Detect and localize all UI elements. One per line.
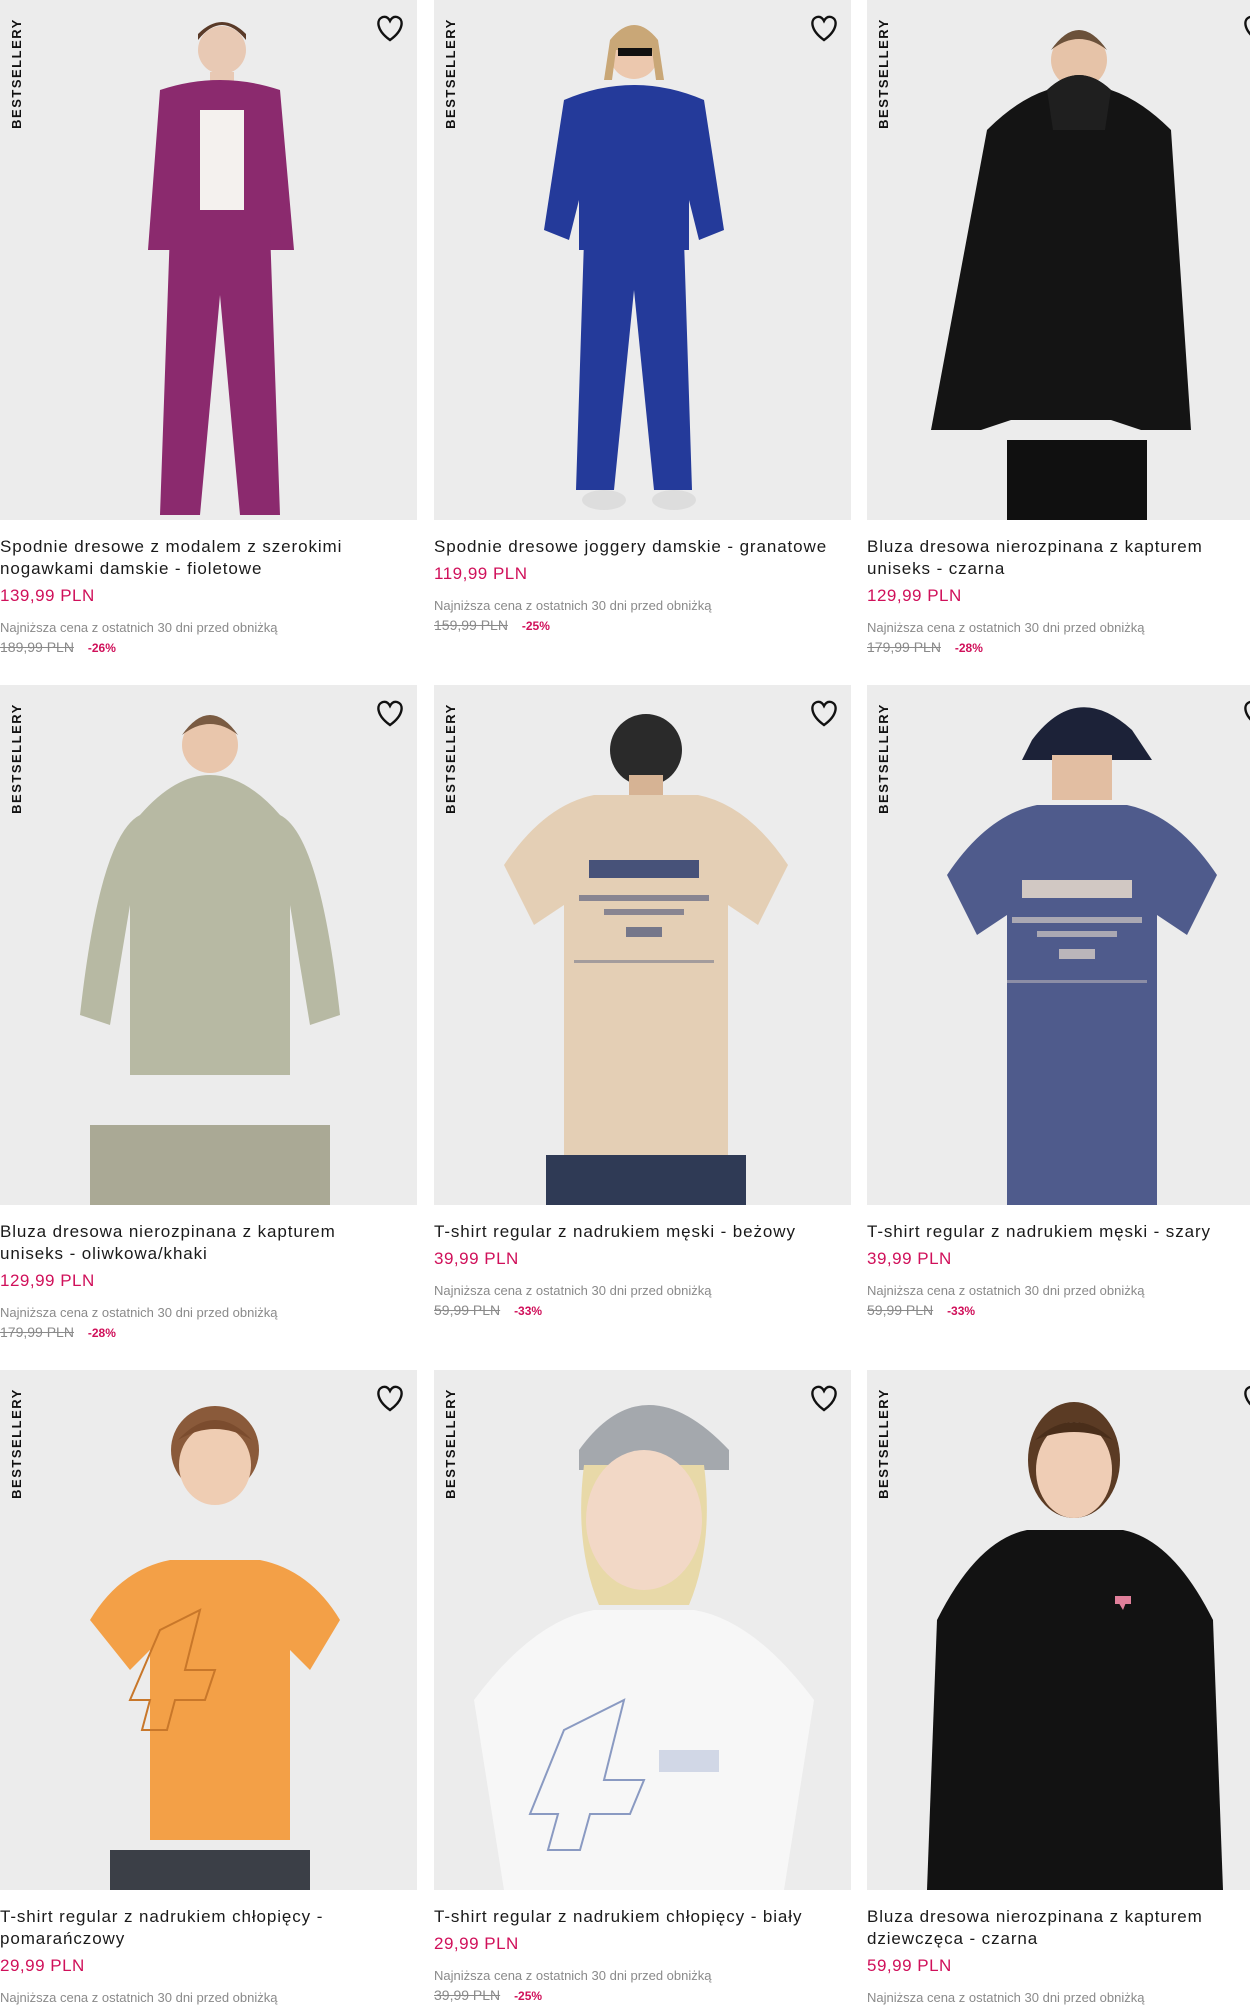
old-price: 59,99 PLN bbox=[867, 1302, 934, 1318]
product-name[interactable]: T-shirt regular z nadrukiem męski - szar… bbox=[867, 1221, 1250, 1243]
old-price: 59,99 PLN bbox=[434, 1302, 501, 1318]
bestseller-badge: BESTSELLERY bbox=[8, 702, 24, 814]
heart-icon[interactable] bbox=[1239, 1380, 1250, 1416]
product-price: 39,99 PLN bbox=[867, 1249, 952, 1268]
heart-icon[interactable] bbox=[1239, 10, 1250, 46]
discount-badge: -33% bbox=[947, 1304, 976, 1318]
product-price: 39,99 PLN bbox=[434, 1249, 519, 1268]
product-name[interactable]: T-shirt regular z nadrukiem męski - beżo… bbox=[434, 1221, 834, 1243]
discount-badge: -28% bbox=[87, 1326, 116, 1340]
product-name[interactable]: Bluza dresowa nierozpinana z kapturem un… bbox=[0, 1221, 400, 1265]
product-image[interactable]: BESTSELLERY bbox=[867, 685, 1250, 1205]
product-name[interactable]: T-shirt regular z nadrukiem chłopięcy - … bbox=[0, 1906, 400, 1950]
old-price-row: 39,99 PLN -25% bbox=[434, 1987, 851, 2003]
product-card[interactable]: BESTSELLERY Bluza dresowa nierozpinana z… bbox=[867, 1370, 1250, 2005]
heart-icon[interactable] bbox=[372, 10, 408, 46]
old-price-row: 179,99 PLN -28% bbox=[867, 639, 1250, 655]
product-card[interactable]: BESTSELLERY Spodnie dresowe joggery dams… bbox=[434, 0, 851, 633]
heart-icon[interactable] bbox=[806, 695, 842, 731]
old-price-row: 189,99 PLN -26% bbox=[0, 639, 417, 655]
bestseller-badge: BESTSELLERY bbox=[442, 1387, 458, 1499]
lowest-price-label: Najniższa cena z ostatnich 30 dni przed … bbox=[434, 1968, 712, 1983]
bestseller-badge: BESTSELLERY bbox=[875, 17, 891, 129]
product-image[interactable]: BESTSELLERY bbox=[434, 0, 851, 520]
heart-icon[interactable] bbox=[806, 1380, 842, 1416]
product-price: 129,99 PLN bbox=[0, 1271, 95, 1290]
product-name[interactable]: Spodnie dresowe z modalem z szerokimi no… bbox=[0, 536, 400, 580]
bestseller-badge: BESTSELLERY bbox=[8, 17, 24, 129]
product-card[interactable]: BESTSELLERY T-shirt regular z nadrukiem … bbox=[867, 685, 1250, 1318]
product-card[interactable]: BESTSELLERY T-shirt regular z nadrukiem … bbox=[0, 1370, 417, 2005]
product-photo bbox=[434, 0, 851, 520]
product-image[interactable]: BESTSELLERY bbox=[0, 685, 417, 1205]
heart-icon[interactable] bbox=[372, 695, 408, 731]
product-name[interactable]: Spodnie dresowe joggery damskie - granat… bbox=[434, 536, 834, 558]
bestseller-badge: BESTSELLERY bbox=[8, 1387, 24, 1499]
lowest-price-label: Najniższa cena z ostatnich 30 dni przed … bbox=[0, 1305, 278, 1320]
heart-icon[interactable] bbox=[372, 1380, 408, 1416]
product-price: 139,99 PLN bbox=[0, 586, 95, 605]
lowest-price-label: Najniższa cena z ostatnich 30 dni przed … bbox=[867, 1990, 1145, 2005]
product-name[interactable]: Bluza dresowa nierozpinana z kapturem dz… bbox=[867, 1906, 1250, 1950]
product-photo bbox=[867, 1370, 1250, 1890]
product-image[interactable]: BESTSELLERY bbox=[434, 685, 851, 1205]
bestseller-badge: BESTSELLERY bbox=[875, 1387, 891, 1499]
old-price: 179,99 PLN bbox=[0, 1324, 74, 1340]
old-price: 189,99 PLN bbox=[0, 639, 74, 655]
product-price: 119,99 PLN bbox=[434, 564, 528, 583]
old-price-row: 179,99 PLN -28% bbox=[0, 1324, 417, 1340]
product-image[interactable]: BESTSELLERY bbox=[867, 1370, 1250, 1890]
old-price: 179,99 PLN bbox=[867, 639, 941, 655]
old-price-row: 59,99 PLN -33% bbox=[434, 1302, 851, 1318]
old-price: 159,99 PLN bbox=[434, 617, 508, 633]
product-card[interactable]: BESTSELLERY Bluza dresowa nierozpinana z… bbox=[0, 685, 417, 1340]
product-photo bbox=[0, 685, 417, 1205]
product-name[interactable]: T-shirt regular z nadrukiem chłopięcy - … bbox=[434, 1906, 834, 1928]
lowest-price-label: Najniższa cena z ostatnich 30 dni przed … bbox=[0, 1990, 278, 2005]
discount-badge: -25% bbox=[514, 1989, 543, 2003]
lowest-price-label: Najniższa cena z ostatnich 30 dni przed … bbox=[0, 620, 278, 635]
lowest-price-label: Najniższa cena z ostatnich 30 dni przed … bbox=[867, 1283, 1145, 1298]
bestseller-badge: BESTSELLERY bbox=[875, 702, 891, 814]
product-image[interactable]: BESTSELLERY bbox=[434, 1370, 851, 1890]
lowest-price-label: Najniższa cena z ostatnich 30 dni przed … bbox=[434, 598, 712, 613]
product-card[interactable]: BESTSELLERY T-shirt regular z nadrukiem … bbox=[434, 1370, 851, 2003]
lowest-price-label: Najniższa cena z ostatnich 30 dni przed … bbox=[434, 1283, 712, 1298]
heart-icon[interactable] bbox=[1239, 695, 1250, 731]
product-price: 29,99 PLN bbox=[434, 1934, 519, 1953]
product-photo bbox=[867, 0, 1250, 520]
bestseller-badge: BESTSELLERY bbox=[442, 17, 458, 129]
heart-icon[interactable] bbox=[806, 10, 842, 46]
product-image[interactable]: BESTSELLERY bbox=[867, 0, 1250, 520]
product-photo bbox=[434, 685, 851, 1205]
discount-badge: -26% bbox=[87, 641, 116, 655]
product-price: 29,99 PLN bbox=[0, 1956, 85, 1975]
old-price-row: 59,99 PLN -33% bbox=[867, 1302, 1250, 1318]
product-price: 129,99 PLN bbox=[867, 586, 962, 605]
old-price: 39,99 PLN bbox=[434, 1987, 501, 2003]
product-photo bbox=[0, 0, 417, 520]
product-name[interactable]: Bluza dresowa nierozpinana z kapturem un… bbox=[867, 536, 1250, 580]
lowest-price-label: Najniższa cena z ostatnich 30 dni przed … bbox=[867, 620, 1145, 635]
discount-badge: -28% bbox=[954, 641, 983, 655]
product-photo bbox=[0, 1370, 417, 1890]
old-price-row: 159,99 PLN -25% bbox=[434, 617, 851, 633]
product-photo bbox=[434, 1370, 851, 1890]
product-card[interactable]: BESTSELLERY T-shirt regular z nadrukiem … bbox=[434, 685, 851, 1318]
product-grid: BESTSELLERY Spodnie dresowe z modalem z … bbox=[0, 0, 1250, 2014]
product-card[interactable]: BESTSELLERY Spodnie dresowe z modalem z … bbox=[0, 0, 417, 655]
product-image[interactable]: BESTSELLERY bbox=[0, 0, 417, 520]
bestseller-badge: BESTSELLERY bbox=[442, 702, 458, 814]
product-photo bbox=[867, 685, 1250, 1205]
product-card[interactable]: BESTSELLERY Bluza dresowa nierozpinana z… bbox=[867, 0, 1250, 655]
discount-badge: -33% bbox=[514, 1304, 543, 1318]
product-image[interactable]: BESTSELLERY bbox=[0, 1370, 417, 1890]
product-price: 59,99 PLN bbox=[867, 1956, 952, 1975]
discount-badge: -25% bbox=[521, 619, 550, 633]
